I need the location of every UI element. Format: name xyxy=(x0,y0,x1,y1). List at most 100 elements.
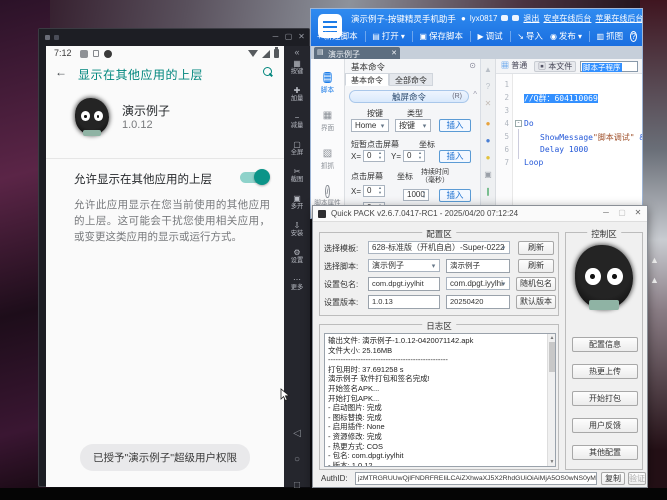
tab-close-icon[interactable]: ✕ xyxy=(391,49,397,57)
debug-button[interactable]: ▶调试 xyxy=(478,30,503,42)
overlay-permission-toggle[interactable] xyxy=(240,172,268,183)
sidebar-item-volume-up[interactable]: ✚ 加量 xyxy=(284,86,310,103)
user-feedback-button[interactable]: 用户反馈 xyxy=(572,418,638,433)
refresh-template-button[interactable]: 刷新 xyxy=(518,241,554,255)
collapse-icon[interactable]: ^ xyxy=(473,90,477,99)
file-scope-button[interactable]: ▣ 本文件 xyxy=(534,61,576,72)
key-select[interactable]: Home▾ xyxy=(351,119,389,132)
emulator-minimize-button[interactable]: ─ xyxy=(270,32,281,41)
quickpack-close-button[interactable]: ✕ xyxy=(631,208,645,217)
wallpaper-chevron-icon: ▲ xyxy=(650,256,659,265)
tab-all-commands[interactable]: 全部命令 xyxy=(389,73,433,86)
copy-button[interactable]: 复制 xyxy=(601,472,625,485)
help-icon[interactable]: ? xyxy=(481,82,495,91)
sidebar-collapse-icon[interactable]: « xyxy=(284,47,310,57)
version-input[interactable]: 1.0.13 xyxy=(368,295,440,309)
config-info-button[interactable]: 配置信息 xyxy=(572,337,638,352)
touch-commands-section[interactable]: 触屏命令 (R) xyxy=(349,90,469,103)
logout-link[interactable]: 退出 xyxy=(523,13,539,24)
help-button[interactable]: ? xyxy=(630,31,637,42)
android-home-button[interactable]: ○ xyxy=(284,454,310,465)
blue-dot-icon[interactable]: ● xyxy=(481,136,495,145)
save-script-button[interactable]: ▣保存脚本 xyxy=(419,30,463,42)
duration-input[interactable]: 1000▴▾ xyxy=(403,189,429,201)
package-name-input[interactable]: com.dpgt.iyylhit xyxy=(368,277,440,291)
sidebar-item-settings[interactable]: ⚙ 设置 xyxy=(284,248,310,265)
quickpack-maximize-button[interactable]: ▢ xyxy=(615,208,629,217)
code-editor[interactable]: ▦ 普通 ▣ 本文件 脚本子程序 1 2 3 4 5 6 7 - //Q群：60… xyxy=(496,59,643,219)
fold-toggle-icon[interactable]: - xyxy=(515,120,522,127)
sidebar-item-keys[interactable]: ▦ 按键 xyxy=(284,59,310,76)
chat-icon[interactable] xyxy=(512,15,519,21)
refresh-script-button[interactable]: 刷新 xyxy=(518,259,554,273)
tab-basic-commands[interactable]: 基本命令 xyxy=(345,73,389,86)
grid-icon: ▦ xyxy=(501,61,509,70)
nav-item-script[interactable]: ▤ 脚本 xyxy=(311,67,344,95)
hot-update-upload-button[interactable]: 热更上传 xyxy=(572,364,638,379)
tab-script[interactable]: ▤ 演示例子 ✕ xyxy=(314,47,400,59)
yellow-dot-icon[interactable]: ● xyxy=(481,153,495,162)
sidebar-item-install[interactable]: ⇩ 安装 xyxy=(284,221,310,238)
studio-header[interactable]: 演示例子-按键精灵手机助手 ● lyx0817 退出 安卓在线后台 苹果在线后台… xyxy=(311,9,642,46)
nav-item-grab[interactable]: ▧ 抓抓 xyxy=(311,143,344,171)
android-back-button[interactable]: ◁ xyxy=(284,428,310,439)
chevron-down-icon: ▾ xyxy=(378,121,387,130)
chat-icon[interactable] xyxy=(501,15,508,21)
tap-x-input[interactable]: 0▴▾ xyxy=(363,150,385,162)
other-config-button[interactable]: 其他配置 xyxy=(572,445,638,460)
new-script-button[interactable]: +新建脚本 xyxy=(317,30,358,42)
authid-input[interactable]: jzMTRGRUUwQjlFNDRFREIiLCAiZXhwaXJ5X2RhdG… xyxy=(355,472,597,485)
nav-item-ui[interactable]: ▦ 界面 xyxy=(311,105,344,133)
sidebar-item-more[interactable]: ⋯ 更多 xyxy=(284,275,310,292)
key-type-select[interactable]: 按键▾ xyxy=(395,119,431,132)
emulator-close-button[interactable]: ✕ xyxy=(296,32,307,41)
sidebar-item-fullscreen[interactable]: ▢ 全屏 xyxy=(284,140,310,157)
emulator-titlebar[interactable]: ─ ▢ ✕ xyxy=(39,29,309,46)
random-package-button[interactable]: 随机包名 xyxy=(516,277,556,291)
insert-key-button[interactable]: 插入 xyxy=(439,119,471,132)
verify-button[interactable]: 验证 xyxy=(628,472,646,485)
permission-toggle-row[interactable]: 允许显示在其他应用的上层 xyxy=(46,168,284,190)
version-name-input[interactable]: 20250420 xyxy=(446,295,510,309)
mode-button[interactable]: ▦ 普通 xyxy=(498,61,530,72)
close-icon[interactable]: ✕ xyxy=(481,99,495,108)
start-pack-button[interactable]: 开始打包 xyxy=(572,391,638,406)
nav-item-script-properties[interactable]: i 脚本属性 xyxy=(311,181,344,208)
quickpack-titlebar[interactable]: Quick PACK v2.6.7.0417-RC1 - 2025/04/20 … xyxy=(313,206,647,222)
windows-icon: ▣ xyxy=(284,194,310,203)
green-slashes-icon[interactable]: ∥ xyxy=(481,187,495,196)
ios-backend-link[interactable]: 苹果在线后台 xyxy=(595,13,643,24)
quickpack-minimize-button[interactable]: ─ xyxy=(599,208,613,217)
template-select[interactable]: 628-标准版（开机自启）-Super-0222▾ xyxy=(368,241,510,254)
scroll-up-icon[interactable]: ▲ xyxy=(548,335,556,341)
capture-button[interactable]: ▥抓图 xyxy=(597,30,624,42)
tap-y-input[interactable]: 0▴▾ xyxy=(403,150,425,162)
scroll-down-icon[interactable]: ▼ xyxy=(548,459,556,465)
package-select[interactable]: com.dpgt.iyylhi▾ xyxy=(446,277,510,290)
camera-icon: ▥ xyxy=(597,32,605,41)
script-select[interactable]: 演示例子▾ xyxy=(368,259,440,272)
scroll-up-icon[interactable]: ▲ xyxy=(481,65,495,74)
click-x-input[interactable]: 0▴▾ xyxy=(363,185,385,197)
scrollbar-thumb[interactable] xyxy=(549,342,555,372)
android-backend-link[interactable]: 安卓在线后台 xyxy=(543,13,591,24)
script-name-input[interactable]: 演示例子 xyxy=(446,259,510,273)
sidebar-item-volume-down[interactable]: − 减量 xyxy=(284,113,310,130)
back-arrow-icon[interactable]: ← xyxy=(55,65,67,79)
import-button[interactable]: ↘导入 xyxy=(517,30,543,42)
panel-icon[interactable]: ▣ xyxy=(481,170,495,179)
log-scrollbar[interactable]: ▲ ▼ xyxy=(547,334,555,466)
emulator-maximize-button[interactable]: ▢ xyxy=(283,32,294,41)
search-icon[interactable] xyxy=(263,67,272,76)
orange-dot-icon[interactable]: ● xyxy=(481,119,495,128)
insert-tap-button[interactable]: 插入 xyxy=(439,150,471,163)
insert-click-button[interactable]: 插入 xyxy=(439,189,471,202)
publish-button[interactable]: ◉发布▾ xyxy=(550,30,582,42)
sidebar-item-multi-instance[interactable]: ▣ 多开 xyxy=(284,194,310,211)
log-output-area[interactable]: 输出文件: 演示例子-1.0.12-0420071142.apk 文件大小: 2… xyxy=(324,333,556,467)
subroutine-search-input[interactable]: 脚本子程序 xyxy=(580,61,638,72)
default-version-button[interactable]: 默认版本 xyxy=(516,295,556,309)
sidebar-item-screenshot[interactable]: ✂ 截图 xyxy=(284,167,310,184)
pin-icon[interactable]: ⊙ xyxy=(469,61,476,70)
open-button[interactable]: ▤打开▾ xyxy=(372,30,405,42)
